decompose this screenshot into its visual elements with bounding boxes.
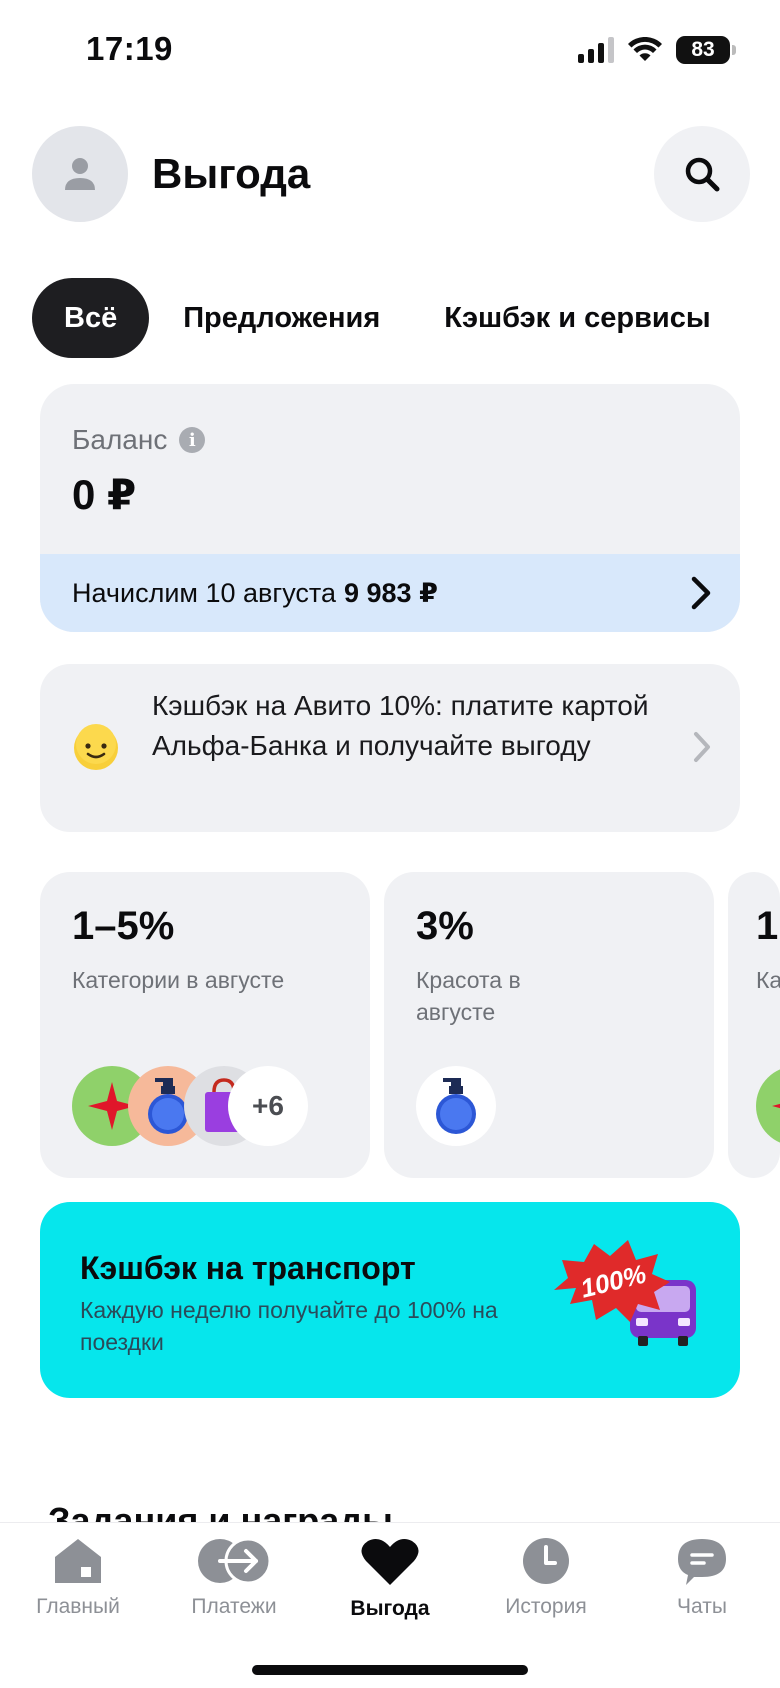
cashback-percent: 1 [756,904,779,948]
cashback-percent: 3% [416,904,474,948]
tab-offers[interactable]: Предложения [153,278,410,358]
tab-all[interactable]: Всё [32,278,150,358]
bottom-nav: Главный Платежи Выгода История Чаты [0,1522,780,1688]
nav-label: Выгода [350,1597,430,1620]
star-category-icon [756,1066,780,1146]
cosmetics-category-icon [416,1066,496,1146]
cashback-percent: 1–5% [72,904,175,948]
promo-text: Кэшбэк на Авито 10%: платите картой Альф… [152,690,649,761]
nav-label: История [505,1595,587,1618]
nav-item-payments[interactable]: Платежи [156,1537,312,1619]
page-title: Выгода [152,150,311,197]
user-icon [65,158,95,190]
clock-icon [523,1538,569,1584]
transport-title: Кэшбэк на транспорт [80,1250,416,1286]
chevron-right-icon [691,576,711,610]
avito-promo-card[interactable]: Кэшбэк на Авито 10%: платите картой Альф… [40,664,740,832]
search-icon [685,157,720,192]
signal-icon [578,37,614,63]
smile-emoji-icon [74,724,118,770]
wifi-icon [628,37,662,61]
balance-amount: 0 ₽ [72,471,137,518]
cashback-description: Категории в августе [72,967,285,993]
accrual-amount: 9 983 ₽ [344,577,438,608]
battery-level: 83 [691,38,715,61]
cashback-card-categories[interactable]: 1–5% Категории в августе +6 [40,872,370,1178]
nav-label: Чаты [677,1595,727,1618]
chat-icon [678,1539,726,1585]
cashback-card-beauty[interactable]: 3% Красота в августе [384,872,714,1178]
tab-cashback-services[interactable]: Кэшбэк и сервисы [414,278,740,358]
cashback-description: Красота в августе [416,967,521,1025]
chevron-right-icon [694,732,710,762]
nav-item-home[interactable]: Главный [0,1537,156,1619]
bus-icon: 100% [554,1240,696,1346]
avatar[interactable] [32,126,128,222]
more-categories-badge: +6 [228,1066,308,1146]
nav-item-chats[interactable]: Чаты [624,1537,780,1619]
nav-item-benefits[interactable]: Выгода [312,1537,468,1621]
status-icons: 83 [578,36,736,64]
tab-bar: Всё Предложения Кэшбэк и сервисы [32,278,741,358]
battery-icon: 83 [676,36,736,64]
info-icon[interactable]: i [179,427,206,453]
transport-cashback-banner[interactable]: Кэшбэк на транспорт Каждую неделю получа… [40,1202,740,1398]
balance-label-row: Баланс i [72,424,206,456]
home-indicator [252,1665,528,1675]
transfer-icon [198,1537,272,1585]
nav-label: Главный [36,1595,120,1618]
status-bar: 17:19 83 [0,0,780,104]
nav-item-history[interactable]: История [468,1537,624,1619]
nav-label: Платежи [191,1595,277,1618]
home-icon [55,1539,101,1583]
heart-icon [361,1539,419,1585]
accrual-row[interactable]: Начислим 10 августа 9 983 ₽ [40,554,740,632]
accrual-text: Начислим 10 августа [72,577,336,608]
transport-subtitle: Каждую неделю получайте до 100% на поезд… [80,1297,498,1355]
cashback-card-partial[interactable]: 1 Ка [728,872,780,1178]
balance-label: Баланс [72,424,168,455]
status-time: 17:19 [86,30,173,67]
search-button[interactable] [654,126,750,222]
header: Выгода [0,124,780,224]
balance-card[interactable]: Баланс i 0 ₽ Начислим 10 августа 9 983 ₽ [40,384,740,632]
cashback-description: Ка [756,967,780,993]
